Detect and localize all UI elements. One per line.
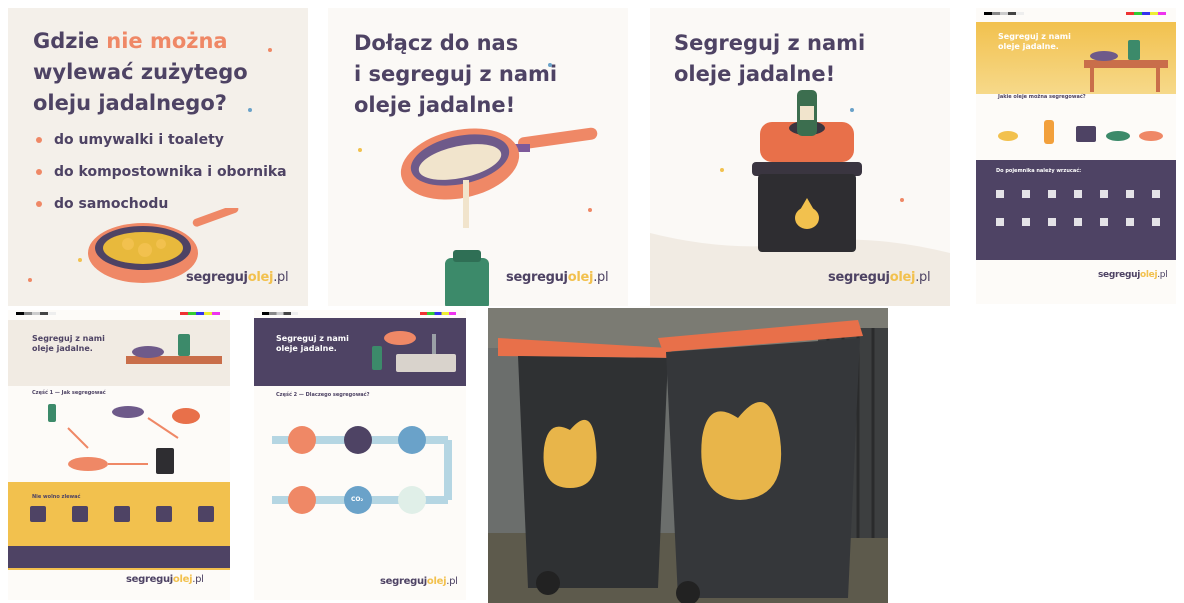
sink-illustration [372,331,456,372]
brand-logo: segregujolej.pl [1098,270,1168,280]
poster-title-line: Segreguj z nami [998,32,1071,41]
poster-title-line: Segreguj z nami [32,334,105,343]
poster-title-line: oleje jadalne. [276,344,337,353]
brand-logo: segregujolej.pl [506,270,609,285]
title-line: oleje jadalne! [674,62,836,86]
brand-text-suffix: .pl [915,270,931,285]
brand-text-accent: olej [247,270,274,285]
title-part: wylewać zużytego [33,60,248,84]
crop-marks [984,12,1024,15]
pipe-diagram [272,426,452,514]
poster-title-line: oleje jadalne. [998,42,1059,51]
brand-text: segreguj [828,270,890,285]
poster-title-line: Segreguj z nami [276,334,349,343]
poster-footer-band [8,546,230,568]
brand-text-accent: olej [1139,270,1158,280]
tile2-title: Dołącz do nas i segreguj z nami oleje ja… [354,28,557,121]
prohibited-icons [30,506,214,522]
bullet-item: do umywalki i toalety [36,130,287,162]
poster-section-heading: Część 1 — Jak segregować [32,390,106,396]
tile-join-us: Dołącz do nas i segreguj z nami oleje ja… [328,8,628,306]
brand-text: segreguj [126,574,173,585]
title-part: Gdzie [33,29,107,53]
brand-text-accent: olej [426,576,447,587]
title-line: Segreguj z nami [674,31,866,55]
allowed-items-icons [996,190,1160,226]
brand-text-accent: olej [889,270,916,285]
steps-diagram [48,404,200,474]
oil-types-icons [998,120,1163,144]
crop-marks [180,312,220,315]
poster-title: Segreguj z nami oleje jadalne. [32,334,105,354]
poster-section-heading: Jakie oleje można segregować? [998,94,1086,100]
tile-where-not-to-pour: Gdzie nie można wylewać zużytego oleju j… [8,8,308,306]
poster-section-heading: Nie wolno zlewać [32,494,81,500]
bullet-item: do kompostownika i obornika [36,162,287,194]
tile-segregate-with-us: Segreguj z nami oleje jadalne! segregujo… [650,8,950,306]
brand-text-suffix: .pl [593,270,609,285]
crop-marks [420,312,456,315]
photo-oil-bins [488,308,888,603]
poster-title: Segreguj z nami oleje jadalne. [276,334,349,354]
title-part: oleju jadalnego? [33,91,227,115]
brand-logo: segregujolej.pl [186,270,289,285]
brand-text-suffix: .pl [446,576,458,587]
poster-why-segregate: Segreguj z nami oleje jadalne. Część 2 —… [254,310,466,600]
title-highlight: nie można [106,29,228,53]
brand-logo: segregujolej.pl [828,270,931,285]
tile1-title: Gdzie nie można wylewać zużytego oleju j… [33,26,303,119]
poster-title-line: oleje jadalne. [32,344,93,353]
kitchen-illustration [126,334,222,364]
brand-text-suffix: .pl [192,574,204,585]
kitchen-illustration [1084,40,1168,92]
poster-what-oils: Segreguj z nami oleje jadalne. Jakie ole… [976,8,1176,304]
brand-text: segreguj [506,270,568,285]
title-line: oleje jadalne! [354,93,516,117]
brand-logo: segregujolej.pl [126,574,204,585]
brand-logo: segregujolej.pl [380,576,458,587]
poster-title: Segreguj z nami oleje jadalne. [998,32,1071,52]
poster-how-to-segregate: Segreguj z nami oleje jadalne. Część 1 —… [8,310,230,600]
brand-text-accent: olej [172,574,193,585]
crop-marks [1126,12,1166,15]
title-line: i segreguj z nami [354,62,558,86]
poster-section-heading: Część 2 — Dlaczego segregować? [276,392,370,398]
brand-text-suffix: .pl [1157,270,1168,280]
brand-text: segreguj [1098,270,1140,280]
brand-text-suffix: .pl [273,270,289,285]
poster-section-heading: Do pojemnika należy wrzucać: [996,168,1082,174]
bins-photo [488,308,888,603]
co2-label: CO₂ [351,496,364,503]
brand-text: segreguj [186,270,248,285]
tile3-title: Segreguj z nami oleje jadalne! [674,28,865,90]
title-line: Dołącz do nas [354,31,519,55]
crop-marks [262,312,298,315]
oil-bin-illustration [752,90,862,252]
brand-text: segreguj [380,576,427,587]
brand-text-accent: olej [567,270,594,285]
crop-marks [16,312,56,315]
